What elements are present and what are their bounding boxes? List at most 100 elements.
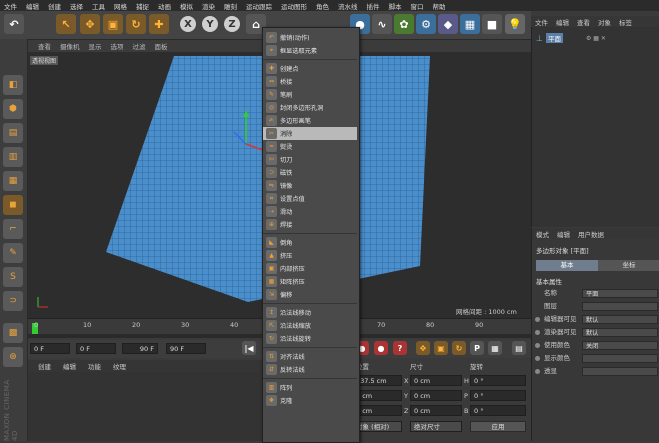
menu-item-18[interactable]: 帮助 [433,1,446,11]
object-name[interactable]: 平面 [545,33,563,43]
material-menu-item-1[interactable]: 编辑 [63,361,76,371]
attribute-value[interactable]: 默认 [582,328,658,337]
polygon-mode-icon[interactable]: ▦ [3,171,23,191]
menu-item-11[interactable]: 运动跟踪 [246,1,272,11]
menu-item-13[interactable]: ⌗ 设置点值 [263,192,357,205]
rot-p-field[interactable]: 0 ° [470,390,526,401]
attribute-menu-item-1[interactable]: 编辑 [557,229,570,239]
menu-item-25[interactable]: ↻ 沿法线旋转 [263,332,357,345]
animate-toggle-icon[interactable] [535,343,540,348]
menu-item-13[interactable]: 角色 [316,1,329,11]
deformer-button[interactable]: ⚙ [416,14,436,34]
animate-toggle-icon[interactable] [535,317,540,322]
animate-toggle-icon[interactable] [535,369,540,374]
key-move-button[interactable]: ✥ [416,341,430,355]
attribute-value[interactable] [582,302,658,311]
menu-item-0[interactable]: ↶ 撤销(动作) [263,31,357,44]
key-pla-button[interactable]: ▦ [488,341,502,355]
menu-item-28[interactable]: ⇵ 反转法线 [263,363,357,376]
scale-tool-button[interactable]: ▣ [103,14,123,34]
om-menu-item-4[interactable]: 标签 [619,17,632,27]
menu-item-7[interactable]: ✍ 多边形画笔 [263,114,357,127]
menu-item-3[interactable]: ✚ 创建点 [263,62,357,75]
scene-button[interactable]: ◆ [438,14,458,34]
size-x-field[interactable]: 0 cm [410,375,462,386]
current-frame-field[interactable]: 0 F [76,343,116,354]
snap-icon[interactable]: S [3,267,23,287]
menu-item-3[interactable]: 选择 [70,1,83,11]
animate-toggle-icon[interactable] [535,356,540,361]
material-menu-item-2[interactable]: 功能 [88,361,101,371]
menu-item-1[interactable]: ⌖ 框显选取元素 [263,44,357,57]
size-z-field[interactable]: 0 cm [410,405,462,416]
attribute-value[interactable] [582,354,658,363]
menu-item-16[interactable]: 脚本 [389,1,402,11]
menu-item-2[interactable]: 创建 [48,1,61,11]
size-mode-select[interactable]: 绝对尺寸 [410,421,462,432]
menu-item-9[interactable]: 渲染 [202,1,215,11]
recent-tool-button[interactable]: ✚ [149,14,169,34]
y-axis-lock-button[interactable]: Y [202,16,218,32]
material-menu-item-0[interactable]: 创建 [38,361,51,371]
object-mode-icon[interactable]: ◼ [3,195,23,215]
end-frame-field-b[interactable]: 90 F [166,343,206,354]
menu-item-6[interactable]: ◎ 封闭多边形孔洞 [263,101,357,114]
size-y-field[interactable]: 0 cm [410,390,462,401]
menu-item-17[interactable]: ◣ 倒角 [263,236,357,249]
menu-item-19[interactable]: ▣ 内部挤压 [263,262,357,275]
edge-mode-icon[interactable]: ▥ [3,147,23,167]
menu-item-31[interactable]: ❖ 克隆 [263,394,357,407]
rot-b-field[interactable]: 0 ° [470,405,526,416]
menu-item-1[interactable]: 编辑 [26,1,39,11]
menu-item-4[interactable]: ⇔ 桥接 [263,75,357,88]
viewport-menu-item-2[interactable]: 显示 [89,41,102,51]
magnet-icon[interactable]: ⊃ [3,291,23,311]
menu-item-15[interactable]: 插件 [367,1,380,11]
attribute-value[interactable]: 关闭 [582,341,658,350]
floor-button[interactable]: ▦ [460,14,480,34]
menu-item-10[interactable]: ✄ 切刀 [263,153,357,166]
attribute-value[interactable] [582,367,658,376]
move-tool-button[interactable]: ✥ [80,14,100,34]
menu-item-5[interactable]: ✎ 笔刷 [263,88,357,101]
rotate-tool-button[interactable]: ↻ [126,14,146,34]
menu-item-14[interactable]: ⇢ 滑动 [263,205,357,218]
attribute-value[interactable]: 平面 [582,289,658,298]
x-axis-lock-button[interactable]: X [180,16,196,32]
goto-start-button[interactable]: |◀ [242,341,256,355]
object-row[interactable]: ⊥ 平面 ⚙ ▦ ✕ [536,33,606,43]
om-menu-item-3[interactable]: 对象 [598,17,611,27]
attribute-menu-item-0[interactable]: 模式 [536,229,549,239]
tab-basic[interactable]: 基本 [536,260,598,271]
workplane-icon[interactable]: ▩ [3,323,23,343]
menu-item-0[interactable]: 文件 [4,1,17,11]
menu-item-14[interactable]: 流水线 [338,1,358,11]
menu-item-23[interactable]: ↥ 沿法线移动 [263,306,357,319]
viewport-menu-item-5[interactable]: 面板 [155,41,168,51]
animate-toggle-icon[interactable] [535,330,540,335]
z-axis-lock-button[interactable]: Z [224,16,240,32]
select-tool-button[interactable]: ↖ [56,14,76,34]
apply-button[interactable]: 应用 [470,421,526,432]
menu-item-21[interactable]: ⇲ 偏移 [263,288,357,301]
timeline-window-button[interactable]: ▤ [512,341,526,355]
autokey-button[interactable]: ● [374,341,388,355]
model-mode-icon[interactable]: ◧ [3,75,23,95]
om-menu-item-0[interactable]: 文件 [535,17,548,27]
menu-item-5[interactable]: 网格 [114,1,127,11]
om-menu-item-1[interactable]: 编辑 [556,17,569,27]
viewport-menu-item-3[interactable]: 选项 [111,41,124,51]
undo-button[interactable]: ↶ [4,14,24,34]
menu-item-18[interactable]: ▲ 挤压 [263,249,357,262]
menu-item-12[interactable]: 运动图形 [281,1,307,11]
menu-item-8[interactable]: 模拟 [180,1,193,11]
menu-item-30[interactable]: ▥ 阵列 [263,381,357,394]
menu-item-20[interactable]: ▦ 矩阵挤压 [263,275,357,288]
menu-item-24[interactable]: ⇱ 沿法线缩放 [263,319,357,332]
menu-item-27[interactable]: ⇅ 对齐法线 [263,350,357,363]
tab-coord[interactable]: 坐标 [598,260,659,271]
key-scale-button[interactable]: ▣ [434,341,448,355]
spline-button[interactable]: ∿ [372,14,392,34]
key-param-button[interactable]: P [470,341,484,355]
viewport-menu-item-4[interactable]: 过滤 [133,41,146,51]
